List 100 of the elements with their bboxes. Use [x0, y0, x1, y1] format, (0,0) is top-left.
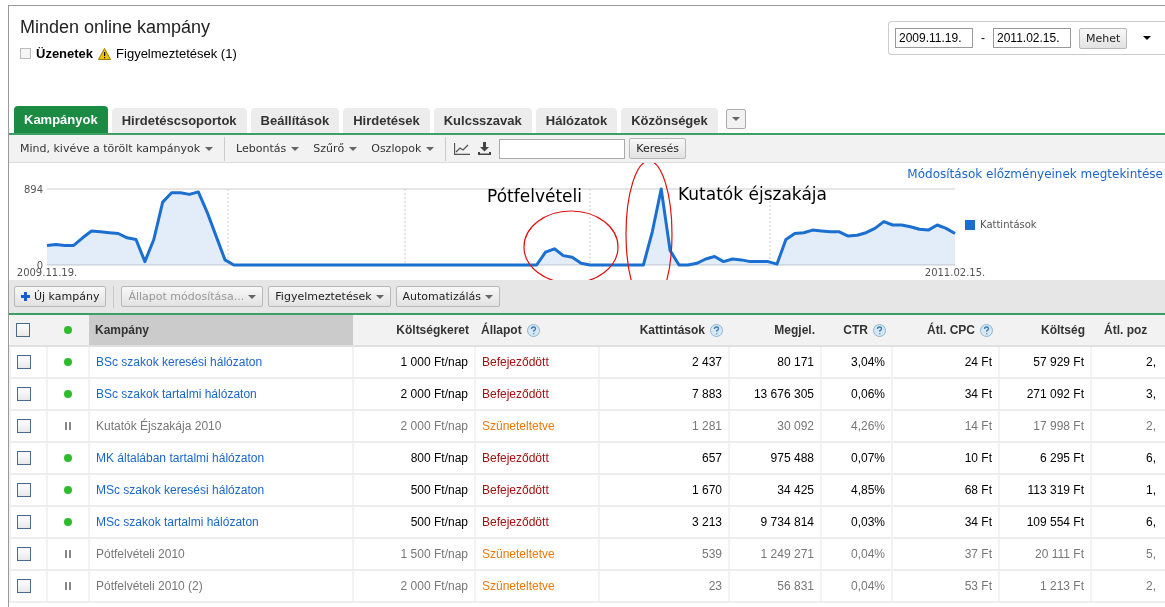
download-icon[interactable] [478, 142, 492, 155]
filter-dropdown[interactable]: Lebontás [229, 142, 307, 155]
new-campaign-button[interactable]: Új kampány [14, 286, 107, 307]
axis-date-label: 2011.02.15. [924, 267, 986, 278]
row-checkbox[interactable] [17, 355, 31, 370]
table-cell: 271 092 Ft [1026, 387, 1084, 401]
help-icon[interactable] [710, 324, 723, 338]
table-cell: 34 Ft [964, 387, 992, 401]
filter-dropdown[interactable]: Szűrő [306, 142, 365, 155]
status-text: Befejeződött [482, 355, 549, 369]
menu-button[interactable]: Figyelmeztetések [268, 286, 391, 307]
legend-label: Kattintások [980, 219, 1037, 230]
row-checkbox[interactable] [17, 387, 31, 402]
table-cell: 2, [1146, 355, 1156, 369]
column-header[interactable]: Költségkeret [353, 315, 475, 346]
messages-label[interactable]: Üzenetek [36, 46, 94, 61]
row-checkbox[interactable] [17, 483, 31, 498]
filter-dropdown[interactable]: Oszlopok [364, 142, 442, 155]
column-header[interactable]: Átl. poz [1091, 315, 1165, 346]
table-cell: 34 Ft [964, 515, 992, 529]
table-cell: 10 Ft [964, 451, 992, 465]
tab[interactable]: Közönségek [621, 108, 718, 133]
row-checkbox[interactable] [17, 451, 31, 466]
help-icon[interactable] [873, 324, 886, 338]
go-button[interactable]: Mehet [1079, 27, 1128, 49]
table-cell: 2 000 Ft/nap [400, 387, 468, 401]
search-field[interactable] [499, 138, 626, 159]
tab[interactable]: Kulcsszavak [433, 108, 532, 133]
table-cell: 24 Ft [964, 355, 992, 369]
table-cell: 9 734 814 [760, 515, 814, 529]
row-checkbox[interactable] [17, 579, 31, 594]
column-header[interactable]: CTR [821, 315, 892, 346]
campaign-name[interactable]: Pótfelvételi 2010 [96, 547, 185, 561]
table-cell: 2, [1146, 579, 1156, 593]
tab[interactable]: Hirdetések [343, 108, 430, 133]
active-dot-icon [64, 518, 72, 526]
row-checkbox[interactable] [17, 547, 31, 562]
active-dot-icon [64, 390, 72, 398]
date-separator: - [981, 31, 985, 45]
status-text: Befejeződött [482, 387, 549, 401]
table-cell: 1 281 [691, 419, 722, 433]
alerts-link[interactable]: Figyelmeztetések (1) [116, 46, 237, 61]
table-cell: 975 488 [770, 451, 814, 465]
tab[interactable]: Beállítások [250, 108, 340, 133]
status-text: Szüneteltetve [482, 419, 555, 433]
campaign-name[interactable]: Kutatók Éjszakája 2010 [96, 419, 222, 433]
table-cell: 0,04% [850, 579, 885, 593]
table-cell: 0,04% [850, 547, 885, 561]
select-all-checkbox[interactable] [16, 323, 30, 338]
end-date-field[interactable]: 2011.02.15. [993, 28, 1071, 48]
help-icon[interactable] [980, 324, 993, 338]
search-button[interactable]: Keresés [629, 138, 686, 159]
column-header[interactable]: Átl. CPC [892, 315, 999, 346]
line-chart-icon[interactable] [454, 142, 471, 155]
campaign-link[interactable]: BSc szakok tartalmi hálózaton [96, 387, 257, 401]
status-text: Szüneteltetve [482, 547, 555, 561]
table-cell: 37 Ft [964, 547, 992, 561]
table-cell: 5, [1146, 547, 1156, 561]
more-tabs-button[interactable] [725, 109, 746, 129]
column-header[interactable]: Kattintások [599, 315, 729, 346]
column-header[interactable]: Költség [999, 315, 1091, 346]
annotation-label: Kutatók éjszakája [678, 184, 827, 204]
table-cell: 57 929 Ft [1033, 355, 1084, 369]
filter-dropdown[interactable]: Mind, kivéve a törölt kampányok [13, 142, 221, 155]
table-cell: 657 [701, 451, 722, 465]
table-cell: 23 [708, 579, 722, 593]
table-cell: 113 319 Ft [1027, 483, 1084, 497]
pause-icon [65, 582, 71, 590]
status-dot-icon [64, 326, 72, 334]
campaign-name[interactable]: Pótfelvételi 2010 (2) [96, 579, 203, 593]
table-cell: 1 249 271 [760, 547, 814, 561]
table-cell: 56 831 [777, 579, 814, 593]
tab[interactable]: Kampányok [14, 106, 108, 133]
active-dot-icon [64, 358, 72, 366]
status-text: Szüneteltetve [482, 579, 555, 593]
campaign-link[interactable]: MSc szakok tartalmi hálózaton [96, 515, 259, 529]
status-text: Befejeződött [482, 515, 549, 529]
table-cell: 17 998 Ft [1033, 419, 1084, 433]
table-cell: 3,04% [850, 355, 885, 369]
table-cell: 4,26% [850, 419, 885, 433]
column-header[interactable]: Megjel. [729, 315, 821, 346]
table-cell: 539 [701, 547, 722, 561]
column-header[interactable]: Kampány [89, 315, 353, 346]
start-date-field[interactable]: 2009.11.19. [895, 28, 973, 48]
table-cell: 0,07% [850, 451, 885, 465]
campaign-link[interactable]: BSc szakok keresési hálózaton [96, 355, 263, 369]
campaign-link[interactable]: MSc szakok keresési hálózaton [96, 483, 265, 497]
campaign-link[interactable]: MK általában tartalmi hálózaton [96, 451, 265, 465]
pause-icon [65, 550, 71, 558]
row-checkbox[interactable] [17, 419, 31, 434]
tab[interactable]: Hirdetéscsoportok [111, 108, 247, 133]
tab[interactable]: Hálózatok [535, 108, 618, 133]
help-icon[interactable] [526, 324, 540, 338]
table-cell: 109 554 Ft [1026, 515, 1084, 529]
row-checkbox[interactable] [17, 515, 31, 530]
column-header[interactable]: Állapot [475, 315, 599, 346]
menu-button[interactable]: Automatizálás [395, 286, 500, 307]
table-cell: 1 500 Ft/nap [400, 547, 468, 561]
table-cell: 34 425 [777, 483, 814, 497]
history-link[interactable]: Módosítások előzményeinek megtekintése [907, 167, 1163, 181]
